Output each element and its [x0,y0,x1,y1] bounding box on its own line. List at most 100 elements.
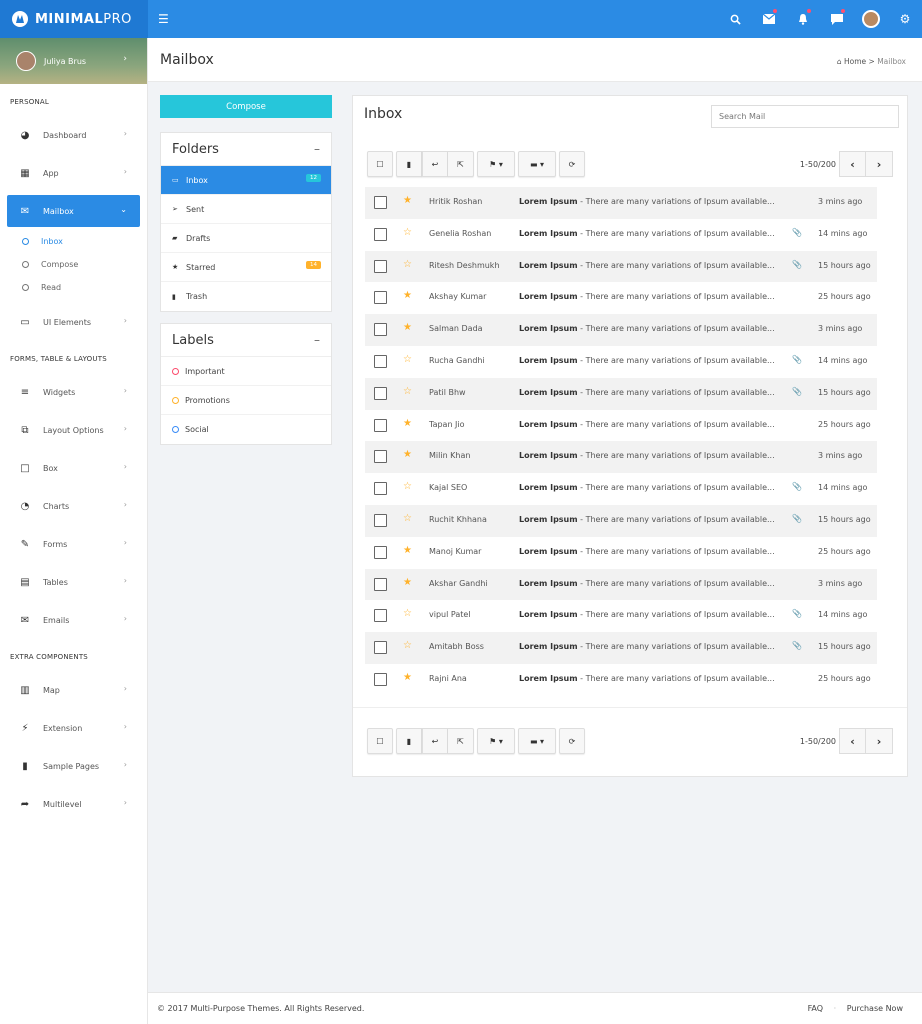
email-checkbox[interactable] [374,577,387,591]
email-row[interactable]: ★ Rajni Ana Lorem Ipsum - There are many v… [365,664,877,696]
user-panel[interactable]: Juliya Brus › [0,38,147,84]
email-row[interactable]: ☆ Ritesh Deshmukh Lorem Ipsum - There are … [365,250,877,283]
sidebar-item-tables[interactable]: ▤ Tables › [0,563,147,601]
email-checkbox[interactable] [374,641,387,655]
brand-logo[interactable]: MINIMAL PRO [0,0,148,38]
email-checkbox[interactable] [374,323,387,337]
folder-drafts[interactable]: ▰ Drafts [161,224,331,253]
sidebar-subitem-read[interactable]: Read [0,276,147,299]
flag-dropdown[interactable]: ⚑ ▾ [477,151,515,177]
sidebar-item-layout-options[interactable]: ⧉ Layout Options › [0,411,147,449]
delete-button[interactable]: ▮ [396,151,422,177]
refresh-button[interactable]: ⟳ [559,728,585,754]
folder-starred[interactable]: ★ Starred 14 [161,253,331,282]
select-all-button[interactable]: ☐ [367,728,393,754]
bell-icon[interactable] [786,0,820,38]
email-checkbox[interactable] [374,672,387,686]
email-row[interactable]: ★ Akshay Kumar Lorem Ipsum - There are man… [365,282,877,314]
chat-icon[interactable] [820,0,854,38]
folder-dropdown[interactable]: ▬ ▾ [518,151,556,177]
star-outline-icon[interactable]: ☆ [403,354,412,365]
email-checkbox[interactable] [374,354,387,368]
sidebar-item-sample-pages[interactable]: ▮ Sample Pages › [0,747,147,785]
star-outline-icon[interactable]: ☆ [403,513,412,524]
star-filled-icon[interactable]: ★ [403,290,412,301]
star-filled-icon[interactable]: ★ [403,545,412,556]
email-checkbox[interactable] [374,291,387,305]
forward-button[interactable]: ⇱ [448,728,474,754]
sidebar-item-map[interactable]: ▥ Map › [0,671,147,709]
star-outline-icon[interactable]: ☆ [403,386,412,397]
next-page-button[interactable]: › [866,151,893,177]
folder-sent[interactable]: ➢ Sent [161,195,331,224]
email-checkbox[interactable] [374,482,387,496]
delete-button[interactable]: ▮ [396,728,422,754]
sidebar-item-multilevel[interactable]: ➦ Multilevel › [0,785,147,823]
email-checkbox[interactable] [374,227,387,241]
email-row[interactable]: ☆ Amitabh Boss Lorem Ipsum - There are man… [365,632,877,664]
search-mail-input[interactable] [711,105,899,128]
folder-inbox[interactable]: ▭ Inbox 12 [161,166,331,195]
collapse-icon[interactable]: – [314,142,320,156]
email-row[interactable]: ☆ Genelia Roshan Lorem Ipsum - There are m… [365,219,877,251]
prev-page-button[interactable]: ‹ [839,151,866,177]
email-checkbox[interactable] [374,196,387,209]
folder-dropdown[interactable]: ▬ ▾ [518,728,556,754]
sidebar-item-app[interactable]: ▦ App › [0,154,147,192]
folder-trash[interactable]: ▮ Trash [161,282,331,311]
email-row[interactable]: ☆ Kajal SEO Lorem Ipsum - There are many v… [365,473,877,505]
email-checkbox[interactable] [374,513,387,527]
forward-button[interactable]: ⇱ [448,151,474,177]
email-checkbox[interactable] [374,259,387,273]
select-all-button[interactable]: ☐ [367,151,393,177]
star-outline-icon[interactable]: ☆ [403,640,412,651]
compose-button[interactable]: Compose [160,95,332,118]
star-filled-icon[interactable]: ★ [403,577,412,588]
sidebar-item-emails[interactable]: ✉ Emails › [0,601,147,639]
sidebar-item-mailbox[interactable]: ✉ Mailbox ⌄ [7,195,140,227]
star-outline-icon[interactable]: ☆ [403,481,412,492]
email-row[interactable]: ★ Salman Dada Lorem Ipsum - There are many… [365,314,877,346]
star-filled-icon[interactable]: ★ [403,418,412,429]
gear-icon[interactable]: ⚙ [888,0,922,38]
email-row[interactable]: ★ Tapan Jio Lorem Ipsum - There are many v… [365,410,877,442]
user-avatar-button[interactable] [854,0,888,38]
email-checkbox[interactable] [374,418,387,432]
sidebar-item-extension[interactable]: ⚡ Extension › [0,709,147,747]
sidebar-item-widgets[interactable]: ≡ Widgets › [0,373,147,411]
sidebar-item-forms[interactable]: ✎ Forms › [0,525,147,563]
email-row[interactable]: ☆ Ruchit Khhana Lorem Ipsum - There are ma… [365,504,877,537]
email-checkbox[interactable] [374,609,387,623]
email-row[interactable]: ☆ Rucha Gandhi Lorem Ipsum - There are man… [365,346,877,378]
sidebar-item-charts[interactable]: ◔ Charts › [0,487,147,525]
sidebar-item-ui-elements[interactable]: ▭ UI Elements › [0,303,147,341]
search-icon[interactable] [718,0,752,38]
sidebar-item-box[interactable]: □ Box › [0,449,147,487]
email-row[interactable]: ☆ Patil Bhw Lorem Ipsum - There are many v… [365,377,877,410]
email-row[interactable]: ★ Hritik Roshan Lorem Ipsum - There are ma… [365,187,877,219]
email-row[interactable]: ★ Akshar Gandhi Lorem Ipsum - There are ma… [365,568,877,601]
reply-button[interactable]: ↩ [422,728,448,754]
star-outline-icon[interactable]: ☆ [403,227,412,238]
email-row[interactable]: ★ Milin Khan Lorem Ipsum - There are many … [365,441,877,474]
star-filled-icon[interactable]: ★ [403,672,412,683]
email-row[interactable]: ☆ vipul Patel Lorem Ipsum - There are many… [365,600,877,632]
star-outline-icon[interactable]: ☆ [403,608,412,619]
email-row[interactable]: ★ Manoj Kumar Lorem Ipsum - There are many… [365,537,877,569]
refresh-button[interactable]: ⟳ [559,151,585,177]
collapse-icon[interactable]: – [314,333,320,347]
label-promotions[interactable]: Promotions [161,386,331,415]
faq-link[interactable]: FAQ [808,1004,824,1013]
star-filled-icon[interactable]: ★ [403,449,412,460]
star-filled-icon[interactable]: ★ [403,322,412,333]
breadcrumb-home[interactable]: Home [844,57,866,66]
flag-dropdown[interactable]: ⚑ ▾ [477,728,515,754]
sidebar-subitem-compose[interactable]: Compose [0,253,147,276]
star-filled-icon[interactable]: ★ [403,195,412,206]
email-checkbox[interactable] [374,450,387,464]
email-checkbox[interactable] [374,545,387,559]
purchase-now-link[interactable]: Purchase Now [847,1004,903,1013]
star-outline-icon[interactable]: ☆ [403,259,412,270]
next-page-button[interactable]: › [866,728,893,754]
label-important[interactable]: Important [161,357,331,386]
